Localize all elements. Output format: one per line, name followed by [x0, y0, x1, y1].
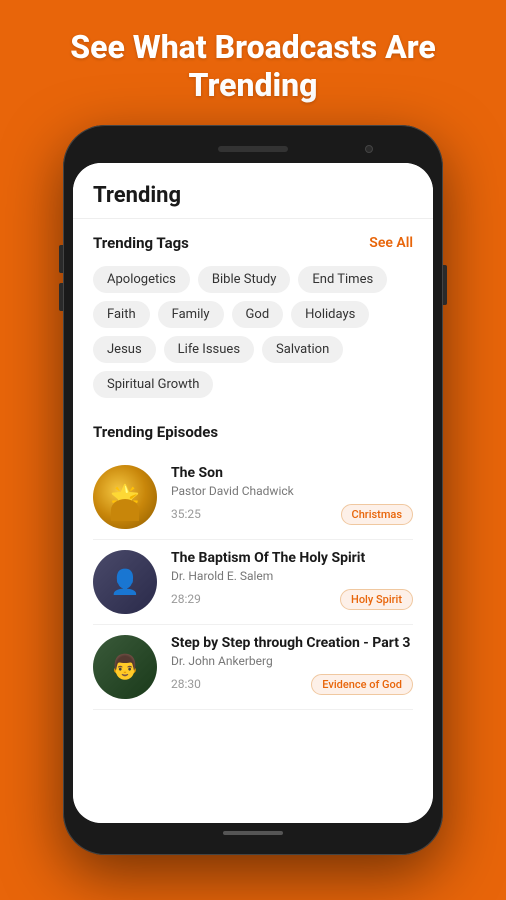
episode-tag-christmas[interactable]: Christmas	[341, 504, 413, 525]
tag-family[interactable]: Family	[158, 301, 224, 328]
episode-title-creation: Step by Step through Creation - Part 3	[171, 635, 413, 651]
episode-speaker-creation: Dr. John Ankerberg	[171, 654, 413, 668]
episode-duration-the-son: 35:25	[171, 507, 201, 521]
thumb-icon-baptism: 👤	[93, 550, 157, 614]
episode-meta-creation: 28:30 Evidence of God	[171, 674, 413, 695]
tag-faith[interactable]: Faith	[93, 301, 150, 328]
speaker-grille	[218, 146, 288, 152]
phone-screen: Trending Trending Tags See All Apologeti…	[73, 163, 433, 823]
episode-tag-evidence-of-god[interactable]: Evidence of God	[311, 674, 413, 695]
episode-title-the-son: The Son	[171, 465, 413, 481]
tag-jesus[interactable]: Jesus	[93, 336, 156, 363]
page-header-title: See What Broadcasts Are Trending	[0, 0, 506, 125]
episode-duration-baptism: 28:29	[171, 592, 201, 606]
screen-header: Trending	[73, 163, 433, 219]
thumb-icon-son: 🌟	[93, 465, 157, 529]
trending-episodes-section: Trending Episodes 🌟 The Son Pastor David…	[73, 413, 433, 725]
tags-container: Apologetics Bible Study End Times Faith …	[93, 266, 413, 398]
volume-down-button	[59, 283, 63, 311]
tags-section-header: Trending Tags See All	[93, 234, 413, 252]
episode-duration-creation: 28:30	[171, 677, 201, 691]
power-button	[443, 265, 447, 305]
episode-title-baptism: The Baptism Of The Holy Spirit	[171, 550, 413, 566]
episode-thumbnail-baptism: 👤	[93, 550, 157, 614]
phone-mockup: Trending Trending Tags See All Apologeti…	[63, 125, 443, 855]
episode-meta-baptism: 28:29 Holy Spirit	[171, 589, 413, 610]
volume-up-button	[59, 245, 63, 273]
trending-tags-section: Trending Tags See All Apologetics Bible …	[73, 219, 433, 413]
tag-salvation[interactable]: Salvation	[262, 336, 343, 363]
episode-item-the-son[interactable]: 🌟 The Son Pastor David Chadwick 35:25 Ch…	[93, 455, 413, 540]
tag-god[interactable]: God	[232, 301, 284, 328]
episode-info-baptism: The Baptism Of The Holy Spirit Dr. Harol…	[171, 550, 413, 610]
episode-info-the-son: The Son Pastor David Chadwick 35:25 Chri…	[171, 465, 413, 525]
episode-speaker-baptism: Dr. Harold E. Salem	[171, 569, 413, 583]
episode-info-creation: Step by Step through Creation - Part 3 D…	[171, 635, 413, 695]
episode-tag-holy-spirit[interactable]: Holy Spirit	[340, 589, 413, 610]
tag-holidays[interactable]: Holidays	[291, 301, 369, 328]
tag-apologetics[interactable]: Apologetics	[93, 266, 190, 293]
home-indicator	[223, 831, 283, 835]
tag-spiritual-growth[interactable]: Spiritual Growth	[93, 371, 213, 398]
phone-bottom-bar	[73, 823, 433, 843]
phone-top-bar	[73, 135, 433, 163]
episode-thumbnail-the-son: 🌟	[93, 465, 157, 529]
tags-section-title: Trending Tags	[93, 234, 189, 252]
episode-meta-the-son: 35:25 Christmas	[171, 504, 413, 525]
episode-speaker-the-son: Pastor David Chadwick	[171, 484, 413, 498]
see-all-button[interactable]: See All	[369, 235, 413, 251]
tag-bible-study[interactable]: Bible Study	[198, 266, 290, 293]
episode-item-baptism[interactable]: 👤 The Baptism Of The Holy Spirit Dr. Har…	[93, 540, 413, 625]
thumb-icon-creation: 👨	[93, 635, 157, 699]
tag-life-issues[interactable]: Life Issues	[164, 336, 254, 363]
tag-end-times[interactable]: End Times	[298, 266, 387, 293]
episode-thumbnail-creation: 👨	[93, 635, 157, 699]
screen-title: Trending	[93, 183, 413, 208]
front-camera	[365, 145, 373, 153]
episode-item-creation[interactable]: 👨 Step by Step through Creation - Part 3…	[93, 625, 413, 710]
episodes-section-title: Trending Episodes	[93, 423, 413, 441]
screen-content: Trending Trending Tags See All Apologeti…	[73, 163, 433, 823]
